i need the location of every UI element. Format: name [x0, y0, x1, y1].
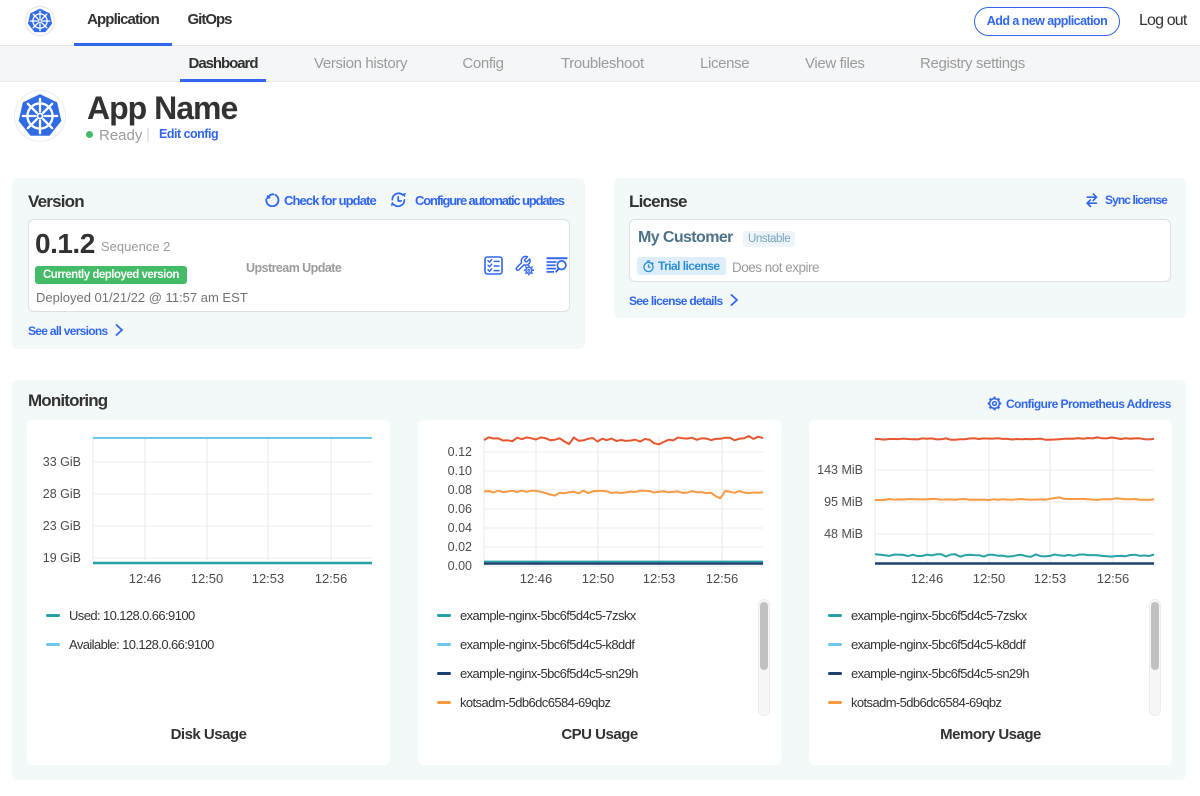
svg-text:12:56: 12:56 [1097, 571, 1130, 586]
svg-text:12:46: 12:46 [911, 571, 944, 586]
svg-text:143 MiB: 143 MiB [817, 463, 863, 477]
svg-text:0.12: 0.12 [448, 445, 472, 459]
svg-text:0.08: 0.08 [448, 483, 472, 497]
svg-text:0.04: 0.04 [448, 521, 472, 535]
svg-text:12:50: 12:50 [191, 571, 224, 586]
svg-text:0.00: 0.00 [448, 559, 472, 573]
svg-text:12:53: 12:53 [1034, 571, 1067, 586]
svg-text:12:46: 12:46 [520, 571, 553, 586]
svg-text:12:56: 12:56 [706, 571, 739, 586]
svg-text:12:46: 12:46 [129, 571, 162, 586]
svg-text:12:50: 12:50 [582, 571, 615, 586]
svg-text:33 GiB: 33 GiB [43, 455, 81, 469]
svg-text:0.06: 0.06 [448, 502, 472, 516]
svg-text:0.10: 0.10 [448, 464, 472, 478]
svg-text:12:53: 12:53 [643, 571, 676, 586]
svg-text:0.02: 0.02 [448, 540, 472, 554]
svg-text:19 GiB: 19 GiB [43, 551, 81, 565]
svg-text:28 GiB: 28 GiB [43, 487, 81, 501]
svg-text:12:53: 12:53 [252, 571, 285, 586]
svg-text:12:50: 12:50 [973, 571, 1006, 586]
svg-text:48 MiB: 48 MiB [824, 527, 863, 541]
svg-text:23 GiB: 23 GiB [43, 519, 81, 533]
svg-text:95 MiB: 95 MiB [824, 495, 863, 509]
svg-text:12:56: 12:56 [315, 571, 348, 586]
